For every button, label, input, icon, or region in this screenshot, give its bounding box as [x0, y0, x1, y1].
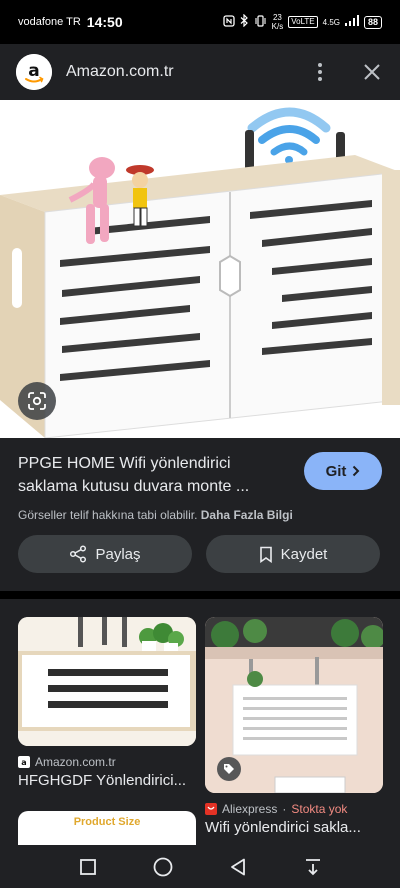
aliexpress-favicon-icon	[205, 803, 217, 815]
vibrate-icon	[254, 14, 267, 30]
copyright-notice: Görseller telif hakkına tabi olabilir. D…	[18, 508, 293, 522]
lens-search-button[interactable]	[18, 382, 56, 420]
home-button[interactable]	[151, 855, 175, 879]
tag-icon	[224, 764, 234, 774]
close-icon[interactable]	[360, 60, 384, 84]
signal-icon	[344, 15, 359, 29]
volte-badge: VoLTE	[288, 16, 318, 28]
carrier-name: vodafone TR	[18, 16, 81, 28]
bookmark-icon	[259, 546, 272, 563]
related-card[interactable]: Product Size	[18, 811, 196, 845]
pull-down-icon	[305, 858, 320, 875]
result-source: a Amazon.com.tr	[18, 755, 196, 769]
related-thumbnail[interactable]	[18, 617, 196, 746]
related-results-grid: a Amazon.com.tr HFGHGDF Yönlendirici...	[0, 599, 400, 845]
lens-icon	[28, 392, 46, 410]
site-name[interactable]: Amazon.com.tr	[66, 63, 174, 81]
share-label: Paylaş	[95, 545, 141, 563]
result-source: Aliexpress · Stokta yok	[205, 802, 383, 816]
share-button[interactable]: Paylaş	[18, 535, 192, 573]
save-button[interactable]: Kaydet	[206, 535, 380, 573]
product-image[interactable]	[0, 100, 400, 438]
clock: 14:50	[86, 14, 123, 30]
amazon-favicon-icon: a	[18, 756, 30, 768]
related-thumbnail[interactable]: Product Size	[18, 811, 196, 845]
svg-text:a: a	[21, 758, 26, 767]
nfc-icon	[223, 14, 235, 30]
network-type: 4.5G	[322, 17, 340, 27]
site-logo[interactable]: a	[16, 54, 52, 90]
related-card[interactable]: Aliexpress · Stokta yok Wifi yönlendiric…	[205, 617, 383, 836]
result-header: a Amazon.com.tr	[0, 44, 400, 100]
amazon-logo-icon: a	[16, 54, 52, 90]
product-title[interactable]: PPGE HOME Wifi yönlendirici saklama kutu…	[18, 452, 293, 498]
section-divider	[0, 591, 400, 599]
status-bar: vodafone TR 14:50 23 K/s VoLTE 4.5G 88	[0, 0, 400, 44]
bluetooth-icon	[240, 13, 249, 30]
product-size-label: Product Size	[73, 816, 141, 828]
result-title[interactable]: HFGHGDF Yönlendirici...	[18, 772, 196, 789]
battery-indicator: 88	[363, 15, 382, 29]
back-button[interactable]	[226, 855, 250, 879]
svg-text:a: a	[28, 61, 39, 81]
related-card[interactable]: a Amazon.com.tr HFGHGDF Yönlendirici...	[18, 617, 196, 789]
save-label: Kaydet	[280, 545, 328, 563]
learn-more-link[interactable]: Daha Fazla Bilgi	[201, 508, 293, 522]
visit-button-label: Git	[325, 462, 347, 480]
recents-button[interactable]	[76, 855, 100, 879]
product-tag-button[interactable]	[217, 757, 241, 781]
product-info-panel: PPGE HOME Wifi yönlendirici saklama kutu…	[0, 438, 400, 591]
network-speed: 23 K/s	[271, 13, 284, 31]
visit-button[interactable]: Git	[304, 452, 382, 490]
more-options-icon[interactable]	[308, 60, 332, 84]
router-box-illustration	[0, 100, 400, 438]
result-title[interactable]: Wifi yönlendirici sakla...	[205, 819, 383, 836]
related-thumbnail[interactable]	[205, 617, 383, 793]
stock-status: Stokta yok	[291, 802, 348, 816]
circle-icon	[153, 857, 172, 876]
triangle-back-icon	[230, 858, 245, 875]
system-nav-bar	[0, 845, 400, 888]
notification-pull-button[interactable]	[301, 855, 325, 879]
square-icon	[79, 858, 96, 875]
share-icon	[70, 545, 87, 563]
chevron-right-icon	[353, 465, 360, 477]
